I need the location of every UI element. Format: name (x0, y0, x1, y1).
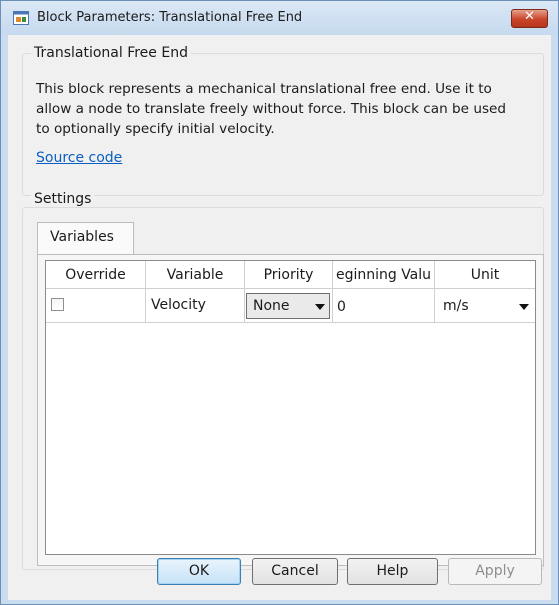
variable-cell: Velocity (146, 289, 245, 323)
priority-cell: None (245, 289, 333, 323)
unit-selected-value: m/s (443, 298, 469, 314)
table-row: Velocity None m/s (46, 289, 535, 323)
close-icon: ✕ (524, 9, 535, 24)
beginning-value-input[interactable] (337, 296, 431, 318)
source-code-link[interactable]: Source code (36, 150, 122, 166)
override-checkbox[interactable] (51, 298, 64, 311)
window-frame: Block Parameters: Translational Free End… (0, 0, 559, 605)
priority-selected-value: None (253, 298, 290, 314)
column-header-unit[interactable]: Unit (435, 261, 535, 289)
ok-button-label: OK (188, 563, 210, 579)
column-header-override[interactable]: Override (46, 261, 146, 289)
tab-variables[interactable]: Variables (37, 222, 134, 254)
apply-button-label: Apply (475, 563, 515, 579)
column-header-priority[interactable]: Priority (245, 261, 333, 289)
description-line-3: to optionally specify initial velocity. (36, 121, 275, 137)
dialog-client-area: Translational Free End This block repres… (8, 35, 551, 600)
tab-variables-label: Variables (50, 229, 114, 245)
description-line-2: allow a node to translate freely without… (36, 101, 507, 117)
apply-button[interactable]: Apply (448, 558, 542, 585)
table-header: Override Variable Priority eginning Valu… (46, 261, 535, 289)
unit-dropdown[interactable]: m/s (436, 293, 533, 319)
block-description: This block represents a mechanical trans… (36, 79, 544, 139)
chevron-down-icon (519, 304, 529, 310)
description-line-1: This block represents a mechanical trans… (36, 81, 492, 97)
chevron-down-icon (315, 304, 325, 310)
variable-name: Velocity (151, 297, 206, 313)
block-parameters-icon (13, 11, 29, 25)
ok-button[interactable]: OK (157, 558, 241, 585)
settings-group-title: Settings (31, 191, 95, 207)
column-header-variable[interactable]: Variable (146, 261, 245, 289)
beginning-value-cell (333, 289, 435, 323)
unit-cell: m/s (435, 289, 535, 323)
variables-table: Override Variable Priority eginning Valu… (45, 260, 536, 555)
close-button[interactable]: ✕ (511, 9, 548, 28)
help-button[interactable]: Help (347, 558, 438, 585)
cancel-button[interactable]: Cancel (252, 558, 338, 585)
title-bar[interactable]: Block Parameters: Translational Free End… (1, 1, 558, 35)
cancel-button-label: Cancel (271, 563, 319, 579)
help-button-label: Help (376, 563, 409, 579)
column-header-beginning-value[interactable]: eginning Valu (333, 261, 435, 289)
description-group-title: Translational Free End (31, 45, 191, 61)
window-title: Block Parameters: Translational Free End (37, 10, 303, 25)
priority-dropdown[interactable]: None (246, 293, 330, 319)
override-cell (46, 289, 146, 323)
